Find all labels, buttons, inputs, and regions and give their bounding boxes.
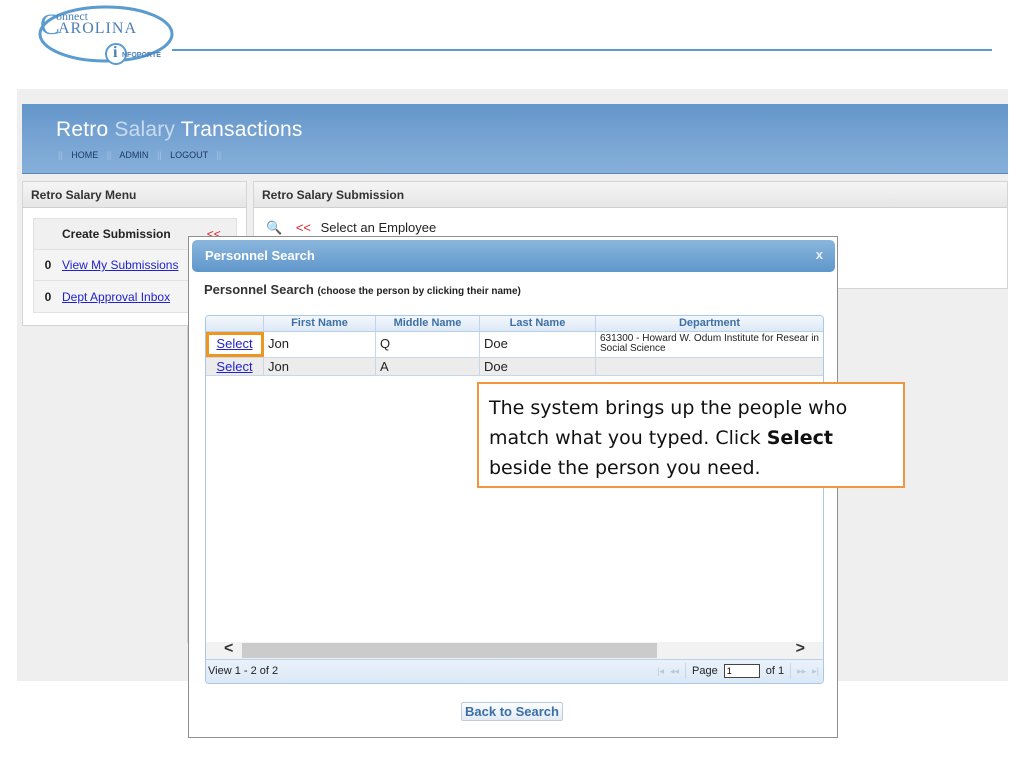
select-cell: Select: [206, 332, 264, 357]
column-header-first-name[interactable]: First Name: [264, 316, 376, 331]
column-header-middle-name[interactable]: Middle Name: [376, 316, 480, 331]
page-label: Page: [692, 665, 718, 677]
dialog-titlebar[interactable]: Personnel Search x: [192, 240, 835, 272]
nav-separator: ||: [106, 150, 112, 160]
dialog-heading-text: Personnel Search: [204, 282, 314, 297]
record-count: View 1 - 2 of 2: [208, 665, 279, 677]
title-word-3: Transactions: [180, 118, 303, 141]
select-link[interactable]: Select: [216, 336, 252, 351]
approval-inbox-count: 0: [44, 289, 52, 304]
active-arrow-icon: <<: [295, 220, 311, 235]
nav-separator: ||: [58, 150, 63, 160]
logo-line2: AROLINA: [58, 20, 137, 37]
grid-header: First Name Middle Name Last Name Departm…: [206, 316, 823, 332]
page-total: of 1: [765, 665, 785, 677]
last-page-icon[interactable]: ▸|: [812, 666, 819, 677]
instruction-callout: The system brings up the people who matc…: [477, 382, 905, 488]
nav-separator: ||: [156, 150, 162, 160]
page-input[interactable]: [723, 664, 760, 678]
magnifier-icon[interactable]: 🔍: [266, 220, 282, 235]
app-title: Retro Salary Transactions: [56, 118, 303, 142]
header-divider: [172, 49, 992, 51]
callout-bold-text: Select: [766, 427, 834, 449]
column-header-department[interactable]: Department: [596, 316, 823, 331]
scroll-left-icon[interactable]: <: [224, 640, 233, 658]
pager-controls: |◂ ◂◂ Page of 1 ▸▸ ▸|: [657, 663, 819, 679]
prev-page-icon[interactable]: ◂◂: [670, 666, 679, 677]
table-row: Select Jon Q Doe 631300 - Howard W. Odum…: [206, 332, 823, 358]
dialog-heading: Personnel Search (choose the person by c…: [204, 282, 521, 297]
column-header-last-name[interactable]: Last Name: [480, 316, 596, 331]
create-submission-label: Create Submission: [62, 227, 171, 241]
last-name-cell: Doe: [480, 332, 596, 357]
nav-separator: ||: [216, 150, 222, 160]
top-nav: || HOME || ADMIN || LOGOUT ||: [58, 150, 227, 160]
scroll-right-icon[interactable]: >: [796, 640, 805, 658]
view-my-submissions-link[interactable]: View My Submissions: [62, 258, 178, 272]
submissions-count: 0: [44, 258, 52, 272]
dept-approval-inbox-link[interactable]: Dept Approval Inbox: [62, 290, 170, 304]
table-row: Select Jon A Doe: [206, 358, 823, 376]
nav-admin-link[interactable]: ADMIN: [119, 150, 148, 160]
pager-divider: [685, 663, 687, 679]
callout-text-2: beside the person you need.: [489, 457, 761, 479]
select-employee-row: 🔍 << Select an Employee: [266, 220, 436, 236]
close-icon[interactable]: x: [816, 247, 823, 262]
menu-panel-title: Retro Salary Menu: [23, 182, 246, 208]
title-word-2: Salary: [114, 118, 176, 141]
app-banner: Retro Salary Transactions || HOME || ADM…: [22, 104, 1008, 174]
first-name-cell: Jon: [264, 358, 376, 375]
grid-pager: View 1 - 2 of 2 |◂ ◂◂ Page of 1 ▸▸ ▸|: [206, 659, 823, 683]
logo-sub: NFOPORTE: [122, 52, 161, 59]
nav-logout-link[interactable]: LOGOUT: [170, 150, 208, 160]
last-name-cell: Doe: [480, 358, 596, 375]
first-page-icon[interactable]: |◂: [657, 666, 664, 677]
pager-divider: [790, 663, 792, 679]
next-page-icon[interactable]: ▸▸: [797, 666, 806, 677]
dialog-title: Personnel Search: [205, 248, 315, 263]
connect-carolina-logo: C onnect AROLINA i NFOPORTE: [38, 4, 178, 68]
back-to-search-button[interactable]: Back to Search: [461, 702, 563, 721]
middle-name-cell: Q: [376, 332, 480, 357]
scrollbar-thumb[interactable]: [242, 643, 657, 658]
logo-sub-initial: i: [113, 44, 118, 61]
results-grid: First Name Middle Name Last Name Departm…: [205, 315, 824, 684]
middle-name-cell: A: [376, 358, 480, 375]
title-word-1: Retro: [56, 118, 109, 141]
submission-panel-title: Retro Salary Submission: [254, 182, 1007, 208]
select-employee-label: Select an Employee: [320, 220, 437, 235]
first-name-cell: Jon: [264, 332, 376, 357]
department-cell: 631300 - Howard W. Odum Institute for Re…: [600, 333, 819, 354]
select-link[interactable]: Select: [216, 359, 252, 374]
department-cell: [596, 358, 823, 375]
column-header-action: [206, 316, 264, 331]
dialog-hint: (choose the person by clicking their nam…: [317, 286, 521, 297]
horizontal-scrollbar[interactable]: < >: [206, 640, 823, 659]
nav-home-link[interactable]: HOME: [71, 150, 98, 160]
select-cell: Select: [206, 358, 264, 375]
